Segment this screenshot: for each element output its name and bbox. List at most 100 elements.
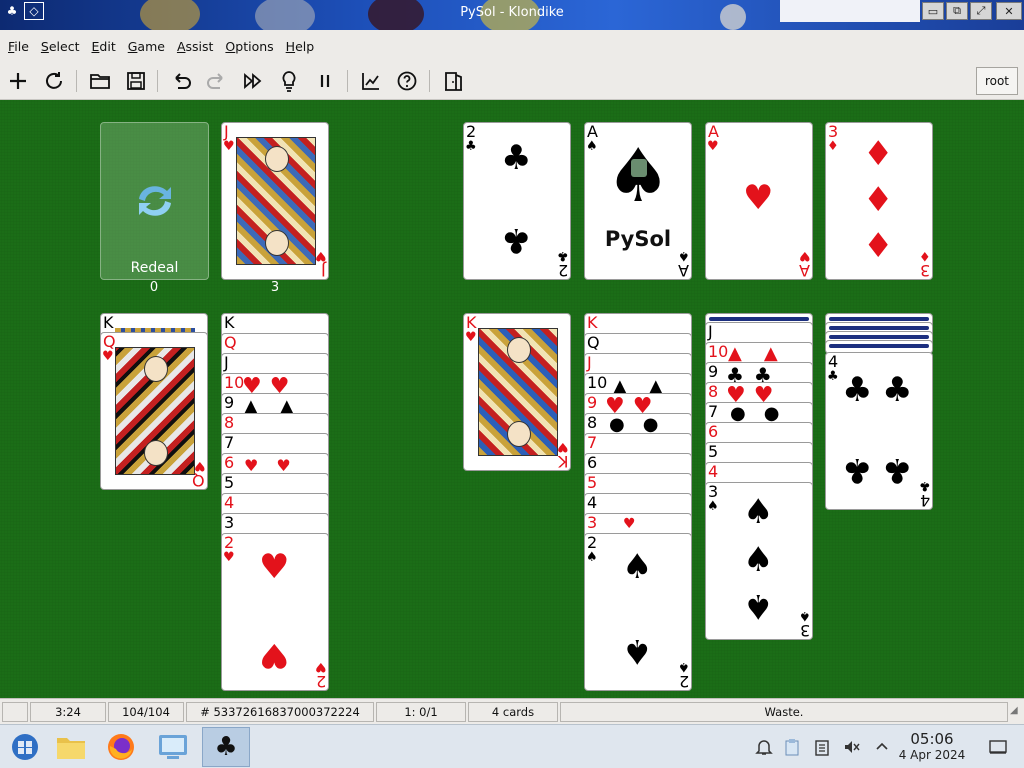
card-rank: 3 <box>708 482 719 501</box>
menu-game[interactable]: Game <box>128 39 165 54</box>
restore-button[interactable]: ⤢ <box>970 2 992 20</box>
card-rank: 9 <box>708 362 719 381</box>
player-name[interactable]: root <box>975 67 1018 95</box>
card-rank: 2 <box>587 533 598 552</box>
clock-date: 4 Apr 2024 <box>898 748 966 762</box>
talon-redeal[interactable]: Redeal <box>100 122 209 280</box>
statistics-icon[interactable] <box>358 68 384 94</box>
maximize-button[interactable]: ⧉ <box>946 2 968 20</box>
pause-icon[interactable] <box>312 68 338 94</box>
menu-edit[interactable]: Edit <box>92 39 116 54</box>
open-folder-icon[interactable] <box>87 68 113 94</box>
foundation-diamonds[interactable]: 3 ♦ ♦ ♦ ♦ 3 ♦ <box>825 122 933 280</box>
save-icon[interactable] <box>123 68 149 94</box>
spade-pip: ♠ <box>743 492 774 532</box>
volume-muted-icon[interactable] <box>842 737 862 757</box>
card-suit-corner: ♥ <box>799 248 811 263</box>
clipboard-manager-icon[interactable] <box>812 737 832 757</box>
card-rank: 5 <box>708 442 719 461</box>
card-rank-corner: Q <box>192 471 205 490</box>
card-rank: K <box>224 313 235 332</box>
status-cards-left: 4 cards <box>468 702 558 722</box>
heart-pip: ♥ <box>743 178 774 218</box>
autodrop-icon[interactable] <box>240 68 266 94</box>
card-rank: 7 <box>587 433 598 452</box>
restart-icon[interactable] <box>41 68 67 94</box>
resize-grip-icon[interactable]: ◢ <box>1010 705 1022 721</box>
card-rank: Q <box>103 332 116 351</box>
undo-icon[interactable] <box>168 68 194 94</box>
club-pip: ♣ <box>882 370 913 410</box>
toolbar: root <box>0 62 1024 100</box>
card-rank: Q <box>224 333 237 352</box>
card-rank-corner: 2 <box>557 261 568 280</box>
menu-assist[interactable]: Assist <box>177 39 213 54</box>
diamond-pip: ♦ <box>863 226 894 266</box>
close-button[interactable]: ✕ <box>996 2 1022 20</box>
club-icon: ♣ <box>214 732 238 762</box>
card-rank: K <box>103 313 114 332</box>
spade-pip: ♠ <box>743 586 774 626</box>
card-rank: 2 <box>466 122 477 141</box>
tableau-card[interactable]: 4 ♣ ♣ ♣ ♣ ♣ 4 ♣ <box>825 352 933 510</box>
queen-face-art <box>115 347 195 475</box>
toolbar-separator <box>429 70 430 92</box>
status-game-number: # 53372616837000372224 <box>186 702 374 722</box>
redeal-label: Redeal <box>130 260 179 276</box>
tableau-card[interactable]: 2 ♥ ♥ ♥ 2 ♥ <box>221 533 329 691</box>
spade-pips: ●● <box>730 403 798 424</box>
club-pips: ●● <box>609 414 677 435</box>
heart-pip: ♥ <box>259 635 290 675</box>
status-time: 3:24 <box>30 702 106 722</box>
pysol-taskbar-button[interactable]: ♣ <box>202 727 250 767</box>
card-rank: 10 <box>708 342 729 361</box>
tableau-card[interactable]: 2 ♠ ♠ ♠ 2 ♠ <box>584 533 692 691</box>
card-suit: ♥ <box>223 550 235 565</box>
card-suit-corner: ♠ <box>678 659 690 674</box>
window-title: PySol - Klondike <box>460 5 564 20</box>
heart-pip: ♥ <box>259 547 290 587</box>
system-settings-icon[interactable] <box>150 727 196 767</box>
king-face-art <box>478 328 558 456</box>
tableau-card[interactable]: K ♥ K ♥ <box>463 313 571 471</box>
card-suit: ♠ <box>707 499 719 514</box>
waste-top-card[interactable]: J ♥ J ♥ <box>221 122 329 280</box>
clock-time: 05:06 <box>910 730 954 748</box>
hint-bulb-icon[interactable] <box>276 68 302 94</box>
game-table: Redeal 0 J ♥ J ♥ 3 2 ♣ ♣ ♣ 2 ♣ A ♠ ♠ PyS… <box>0 100 1024 698</box>
show-desktop-icon[interactable] <box>988 737 1008 757</box>
notifications-bell-icon[interactable] <box>754 737 774 757</box>
card-rank: 2 <box>224 533 235 552</box>
start-menu-icon[interactable] <box>2 727 48 767</box>
spade-pip: ♠ <box>743 540 774 580</box>
foundation-clubs[interactable]: 2 ♣ ♣ ♣ 2 ♣ <box>463 122 571 280</box>
foundation-spades[interactable]: A ♠ ♠ PySol A ♠ <box>584 122 692 280</box>
card-suit-corner: ♥ <box>315 659 327 674</box>
firefox-icon[interactable] <box>98 727 144 767</box>
card-rank: K <box>466 313 477 332</box>
card-rank: K <box>587 313 598 332</box>
tray-expand-chevron-icon[interactable] <box>872 737 892 757</box>
tableau-card[interactable]: Q ♥ Q ♥ <box>100 332 208 490</box>
clipboard-icon[interactable] <box>782 737 802 757</box>
menu-help[interactable]: Help <box>286 39 315 54</box>
shade-button[interactable]: ▭ <box>922 2 944 20</box>
card-suit: ♥ <box>102 349 114 364</box>
quit-door-icon[interactable] <box>440 68 466 94</box>
menu-options[interactable]: Options <box>225 39 273 54</box>
card-suit-corner: ♠ <box>678 248 690 263</box>
new-game-icon[interactable] <box>5 68 31 94</box>
tableau-card[interactable]: 3 ♠ ♠ ♠ ♠ 3 ♠ <box>705 482 813 640</box>
menu-file[interactable]: File <box>8 39 29 54</box>
card-rank: 6 <box>708 422 719 441</box>
diamond-pip: ♦ <box>863 134 894 174</box>
clock[interactable]: 05:06 4 Apr 2024 <box>896 731 968 763</box>
status-cell-empty <box>2 702 28 722</box>
menu-select[interactable]: Select <box>41 39 80 54</box>
rules-help-icon[interactable] <box>394 68 420 94</box>
file-manager-icon[interactable] <box>48 727 94 767</box>
card-suit-corner: ♠ <box>799 608 811 623</box>
redo-icon[interactable] <box>204 68 230 94</box>
foundation-hearts[interactable]: A ♥ ♥ A ♥ <box>705 122 813 280</box>
card-suit-corner: ♦ <box>919 248 931 263</box>
